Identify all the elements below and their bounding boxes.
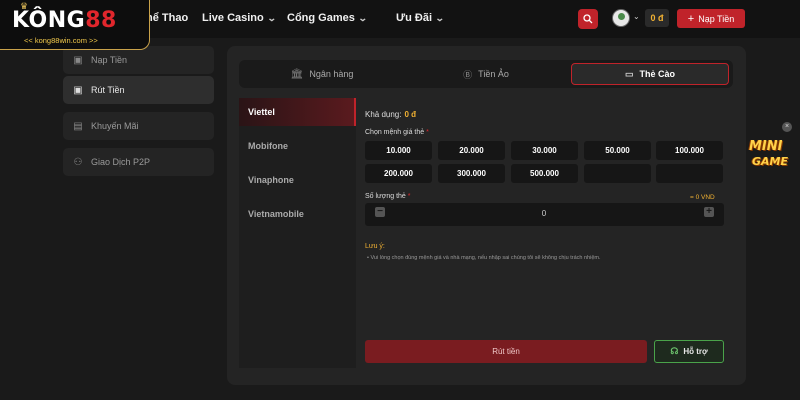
chevron-down-icon[interactable]: ⌄: [633, 12, 640, 21]
sidebar-item-promotions[interactable]: ▤ Khuyến Mãi: [63, 112, 214, 140]
nav-item-sports[interactable]: hể Thao: [146, 12, 188, 24]
amount-option[interactable]: 200.000: [365, 164, 432, 183]
sidebar-item-deposit[interactable]: ▣ Nạp Tiền: [63, 46, 214, 74]
increment-button[interactable]: +: [704, 207, 714, 217]
available-balance: Khả dụng: 0 đ: [365, 110, 417, 119]
decrement-button[interactable]: −: [375, 207, 385, 217]
sidebar-item-p2p[interactable]: ⚇ Giao Dịch P2P: [63, 148, 214, 176]
withdraw-icon: ▣: [73, 84, 83, 96]
deposit-button[interactable]: + Nạp Tiền: [677, 9, 745, 28]
search-icon: [583, 14, 593, 24]
balance-display: 0 đ: [645, 9, 669, 27]
provider-mobifone[interactable]: Mobifone: [239, 132, 356, 160]
tab-bank[interactable]: 🏛 Ngân hàng: [242, 63, 402, 85]
user-avatar[interactable]: [612, 9, 630, 27]
quantity-total: = 0 VND: [690, 194, 715, 201]
nav-item-live-casino[interactable]: Live Casino ⌄: [202, 12, 277, 24]
amount-option-empty: [656, 164, 723, 183]
brand-name: KÔNG88: [12, 8, 117, 33]
chevron-down-icon: ⌄: [266, 12, 277, 23]
nav-item-game-portal[interactable]: Cổng Games ⌄: [287, 12, 368, 24]
crypto-icon: Ⓑ: [463, 69, 473, 80]
provider-viettel[interactable]: Viettel: [239, 98, 356, 126]
gift-icon: ▤: [73, 120, 83, 132]
card-icon: ▭: [624, 68, 634, 79]
tab-crypto[interactable]: Ⓑ Tiền Ảo: [406, 63, 566, 85]
note-text: • Vui lòng chọn đúng mệnh giá và nhà mạn…: [367, 255, 601, 261]
support-button[interactable]: ☊ Hỗ trợ: [654, 340, 724, 363]
provider-vietnamobile[interactable]: Vietnamobile: [239, 200, 356, 228]
chevron-down-icon: ⌄: [357, 12, 368, 23]
chevron-down-icon: ⌄: [434, 12, 445, 23]
withdraw-button[interactable]: Rút tiền: [365, 340, 647, 363]
nav-item-promotions[interactable]: Ưu Đãi ⌄: [396, 12, 445, 24]
deposit-icon: ▣: [73, 54, 83, 66]
amount-option[interactable]: 10.000: [365, 141, 432, 160]
mini-game-widget[interactable]: MINI GAME: [745, 135, 797, 175]
amount-option[interactable]: 500.000: [511, 164, 578, 183]
quantity-input[interactable]: 0: [520, 209, 568, 218]
note-title: Lưu ý:: [365, 243, 385, 250]
tab-scratch-card[interactable]: ▭ Thẻ Cào: [571, 63, 729, 85]
quantity-label: Số lượng thẻ *: [365, 193, 411, 200]
brand-domain: << kong88win.com >>: [24, 36, 98, 45]
plus-icon: +: [687, 12, 695, 25]
provider-vinaphone[interactable]: Vinaphone: [239, 166, 356, 194]
amount-option[interactable]: 20.000: [438, 141, 505, 160]
brand-logo[interactable]: ♛ KÔNG88 << kong88win.com >>: [0, 0, 150, 50]
amount-option[interactable]: 30.000: [511, 141, 578, 160]
amount-option[interactable]: 100.000: [656, 141, 723, 160]
amount-option[interactable]: 50.000: [584, 141, 651, 160]
amount-option[interactable]: 300.000: [438, 164, 505, 183]
p2p-icon: ⚇: [73, 156, 83, 168]
bank-icon: 🏛: [290, 68, 304, 80]
headset-icon: ☊: [670, 346, 679, 356]
close-icon[interactable]: ×: [782, 122, 792, 132]
search-button[interactable]: [578, 9, 598, 29]
sidebar-item-withdraw[interactable]: ▣ Rút Tiền: [63, 76, 214, 104]
denomination-label: Chọn mệnh giá thẻ *: [365, 129, 429, 136]
amount-option-empty: [584, 164, 651, 183]
